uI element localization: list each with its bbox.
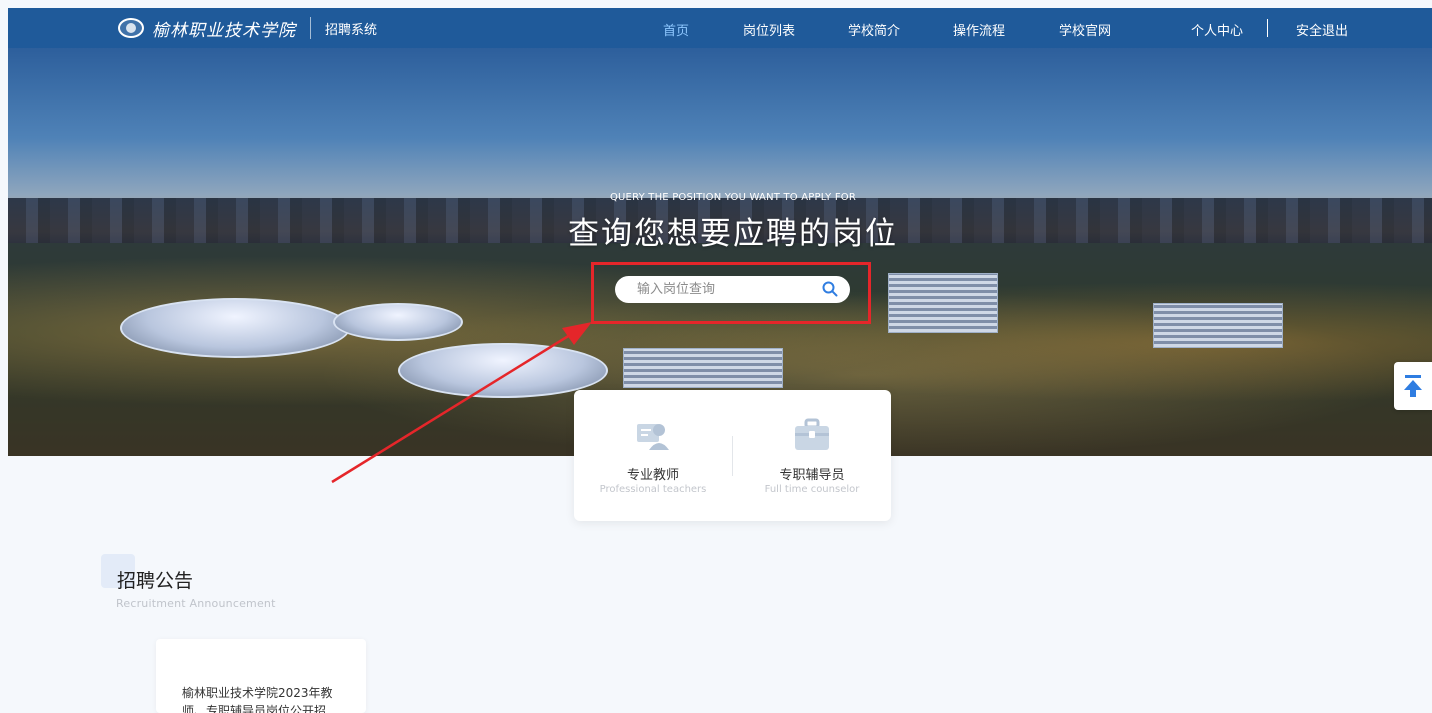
nav-official-site[interactable]: 学校官网 bbox=[1059, 20, 1111, 39]
system-name: 招聘系统 bbox=[325, 22, 378, 38]
announcement-card[interactable]: 榆林职业技术学院2023年教师、专职辅导员岗位公开招... bbox=[156, 639, 366, 713]
back-to-top-button[interactable] bbox=[1394, 362, 1432, 410]
nav-school-intro[interactable]: 学校简介 bbox=[848, 20, 900, 39]
briefcase-icon bbox=[795, 418, 829, 450]
building-image bbox=[623, 348, 783, 388]
hero-title: 查询您想要应聘的岗位 bbox=[568, 216, 898, 252]
category-english-label: Professional teachers bbox=[599, 484, 707, 495]
school-logo[interactable]: 榆林职业技术学院 招聘系统 bbox=[118, 16, 378, 41]
nav-logout[interactable]: 安全退出 bbox=[1296, 20, 1348, 39]
nav-user-center[interactable]: 个人中心 bbox=[1191, 20, 1243, 39]
building-image bbox=[888, 273, 998, 333]
category-english-label: Full time counselor bbox=[764, 484, 860, 495]
category-full-time-counselor[interactable]: 专职辅导员 Full time counselor bbox=[733, 390, 891, 521]
nav-process[interactable]: 操作流程 bbox=[953, 20, 1005, 39]
school-emblem-icon bbox=[118, 18, 144, 38]
category-professional-teacher[interactable]: 专业教师 Professional teachers bbox=[574, 390, 732, 521]
arrow-up-icon bbox=[1404, 375, 1422, 397]
building-image bbox=[1153, 303, 1283, 348]
nav-divider bbox=[1267, 19, 1268, 37]
category-label: 专业教师 bbox=[626, 468, 679, 483]
announcement-title: 招聘公告 bbox=[117, 570, 194, 592]
teacher-icon bbox=[637, 424, 669, 450]
announcement-text: 榆林职业技术学院2023年教师、专职辅导员岗位公开招... bbox=[182, 686, 338, 713]
announcement-subtitle: Recruitment Announcement bbox=[116, 597, 276, 610]
category-label: 专职辅导员 bbox=[779, 468, 845, 483]
nav-position-list[interactable]: 岗位列表 bbox=[743, 20, 795, 39]
position-category-card: 专业教师 Professional teachers 专职辅导员 Full ti… bbox=[574, 390, 891, 521]
top-nav-bar: 榆林职业技术学院 招聘系统 首页 岗位列表 学校简介 操作流程 学校官网 个人中… bbox=[8, 8, 1432, 48]
search-highlight-box bbox=[591, 262, 871, 324]
stadium-image bbox=[120, 298, 350, 358]
nav-home[interactable]: 首页 bbox=[663, 20, 689, 39]
logo-divider bbox=[310, 17, 311, 39]
logo-text: 榆林职业技术学院 bbox=[152, 20, 296, 41]
hero-subtitle: QUERY THE POSITION YOU WANT TO APPLY FOR bbox=[609, 192, 857, 203]
stadium-image bbox=[333, 303, 463, 341]
